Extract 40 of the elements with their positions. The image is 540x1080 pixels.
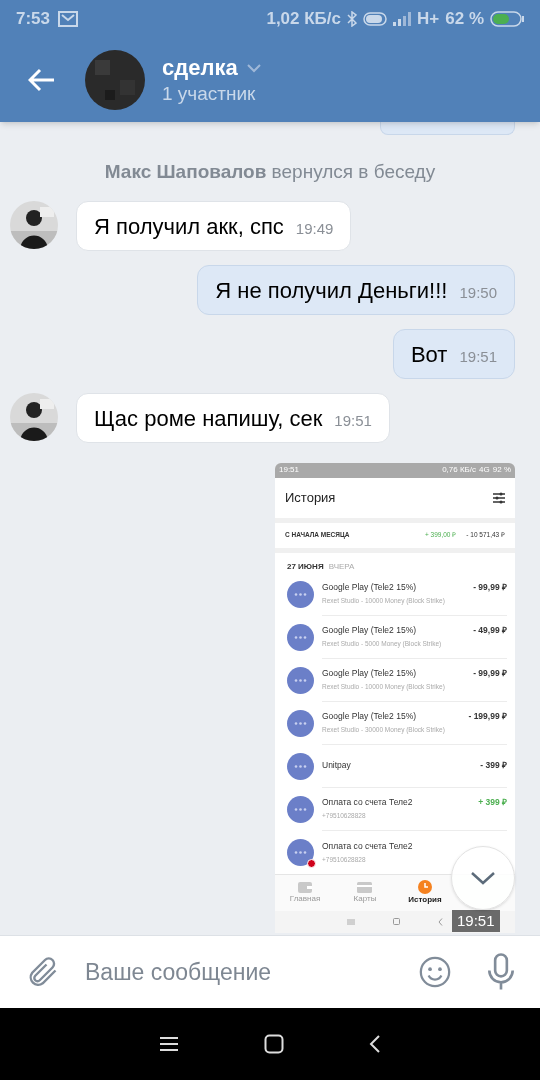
message-text: Я получил акк, спс — [94, 212, 284, 241]
message-time: 19:51 — [334, 411, 372, 431]
transaction-amount: - 99,99 ₽ — [473, 667, 507, 680]
transaction-title: Оплата со счета Теле2 — [322, 839, 413, 853]
chat-title[interactable]: сделка — [162, 54, 238, 82]
screen-title: История — [285, 488, 336, 507]
transaction-row[interactable]: Unitpay - 399 ₽ — [275, 744, 515, 788]
message-time: 19:51 — [459, 347, 497, 367]
network-type: 4G — [479, 465, 490, 475]
transaction-title: Google Play (Tele2 15%) — [322, 581, 417, 594]
battery-percent: 92 % — [492, 465, 511, 475]
chat-subtitle: 1 участник — [162, 82, 257, 106]
message-text: Щас роме напишу, сек — [94, 404, 323, 433]
date-label: 27 ИЮНЯ — [287, 560, 324, 573]
message-input[interactable]: Ваше сообщение — [85, 954, 418, 990]
transaction-amount: + 399 ₽ — [478, 796, 507, 809]
image-time: 19:51 — [452, 909, 500, 932]
transaction-amount: - 399 ₽ — [480, 759, 507, 772]
network-speed: 0,76 КБ/с — [442, 465, 477, 475]
network-type: H+ — [417, 8, 440, 31]
status-time: 19:51 — [279, 465, 300, 475]
day-label: ВЧЕРА — [328, 560, 355, 573]
bottom-tab[interactable]: История — [408, 880, 442, 905]
transaction-title: Оплата со счета Теле2 — [322, 796, 413, 809]
message-composer[interactable]: Ваше сообщение — [0, 935, 540, 1008]
message-text: Я не получил Деньги!!! — [215, 276, 448, 305]
network-speed: 1,02 КБ/с — [266, 8, 342, 31]
message-text: Вот — [410, 340, 448, 369]
transaction-title: Unitpay — [322, 759, 351, 772]
transaction-title: Google Play (Tele2 15%) — [322, 667, 417, 680]
transaction-amount: - 49,99 ₽ — [473, 624, 507, 637]
status-time: 7:53 — [16, 8, 51, 31]
system-message: Макс Шаповалов вернулся в беседу — [104, 160, 436, 184]
transaction-amount: - 99,99 ₽ — [473, 581, 507, 594]
transaction-title: Google Play (Tele2 15%) — [322, 710, 417, 723]
message-time: 19:50 — [459, 283, 497, 303]
transaction-amount: - 199,99 ₽ — [468, 710, 507, 723]
transaction-title: Google Play (Tele2 15%) — [322, 624, 417, 637]
message-time: 19:49 — [295, 219, 334, 239]
battery-percent: 62 % — [445, 8, 484, 31]
